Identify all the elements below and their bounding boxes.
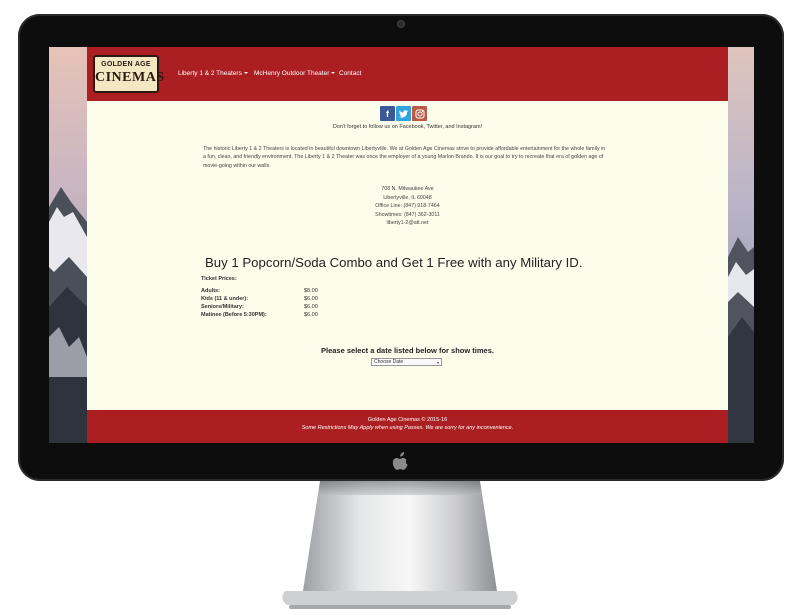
price-row: Kids (11 & under): $6.00 [201,295,341,303]
address-street: 708 N. Milwaukee Ave [381,186,434,192]
price-value: $6.00 [304,312,318,318]
choose-date-select[interactable]: Choose Date [371,358,442,366]
caret-down-icon [243,72,248,75]
price-value: $6.00 [304,296,318,302]
nav-mchenry-label: McHenry Outdoor Theater [254,70,330,77]
price-row: Matinee (Before 5:30PM): $6.00 [201,311,341,319]
showtimes-phone: Showtimes: (847) 362-3011 [375,211,440,218]
screen: GOLDEN AGE CINEMAS Liberty 1 & 2 Theater… [49,47,754,443]
select-date-prompt: Please select a date listed below for sh… [321,346,494,355]
caret-down-icon [331,72,336,75]
email-link[interactable]: liberty1-2@att.net [87,219,728,228]
office-phone: Office Line: (847) 918-7464 [375,203,440,209]
nav-liberty-label: Liberty 1 & 2 Theaters [178,70,242,77]
footer-copyright: Golden Age Cinemas © 2015-16 [367,417,448,423]
price-value: $6.00 [304,304,318,310]
navbar: GOLDEN AGE CINEMAS Liberty 1 & 2 Theater… [87,47,728,101]
nav-contact-label: Contact [339,70,362,77]
price-row: Adults: $8.00 [201,287,341,295]
nav-liberty-dropdown[interactable]: Liberty 1 & 2 Theaters [178,70,248,77]
price-label: Kids (11 & under): [201,296,249,302]
golden-age-cinemas-logo[interactable]: GOLDEN AGE CINEMAS [93,55,165,93]
ticket-prices-table: Adults: $8.00 Kids (11 & under): $6.00 S… [201,287,341,319]
footer: Golden Age Cinemas © 2015-16 Some Restri… [87,410,728,443]
select-value: Choose Date [374,359,404,365]
logo-top-text: GOLDEN AGE [101,61,151,68]
apple-logo-icon [392,452,408,470]
nav-mchenry-dropdown[interactable]: McHenry Outdoor Theater [254,70,336,77]
price-label: Adults: [201,288,220,294]
footer-note: Some Restrictions May Apply when using P… [301,425,514,431]
address-city: Libertyville, IL 60048 [383,194,432,201]
instagram-icon[interactable] [412,106,427,121]
price-label: Matinee (Before 5:30PM): [201,312,267,318]
nav-contact-link[interactable]: Contact [339,70,361,77]
promo-heading: Buy 1 Popcorn/Soda Combo and Get 1 Free … [205,255,583,270]
chevron-down-icon [437,361,439,364]
website: GOLDEN AGE CINEMAS Liberty 1 & 2 Theater… [87,47,728,443]
monitor-stand [282,481,518,609]
twitter-icon[interactable] [396,106,411,121]
ticket-prices-title: Ticket Prices: [201,276,237,282]
follow-us-text: Don't forget to follow us on Facebook, T… [332,124,483,130]
price-label: Seniors/Military: [201,304,244,310]
camera-dot [398,21,404,27]
social-icons: f [380,106,427,121]
price-value: $8.00 [304,288,318,294]
about-paragraph: The historic Liberty 1 & 2 Theaters is l… [203,146,606,169]
logo-bottom-text: CINEMAS [95,70,165,85]
mountain-wallpaper-left [49,47,87,443]
facebook-icon[interactable]: f [380,106,395,121]
price-row: Seniors/Military: $6.00 [201,303,341,311]
mountain-wallpaper-right [728,47,754,443]
address-block: 708 N. Milwaukee Ave Libertyville, IL 60… [87,185,728,228]
